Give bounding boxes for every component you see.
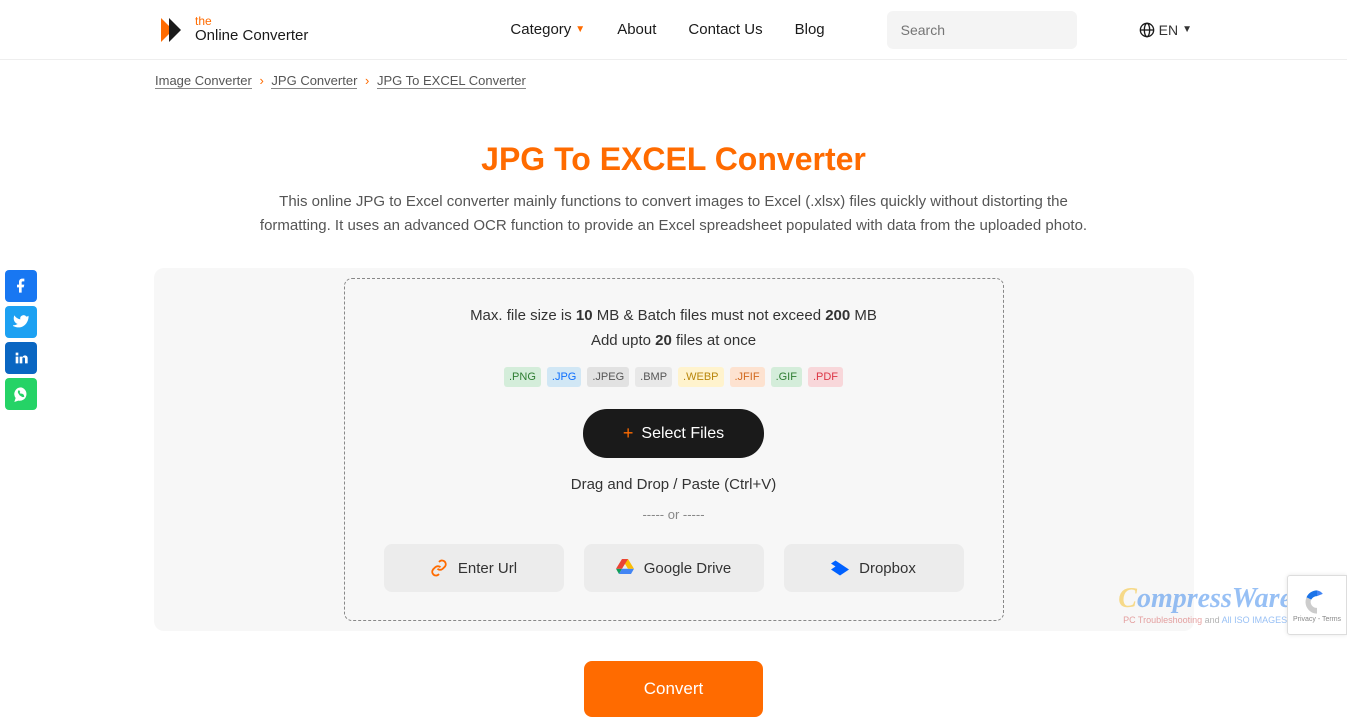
recaptcha-badge[interactable]: Privacy - Terms bbox=[1287, 575, 1347, 635]
chevron-right-icon: › bbox=[259, 73, 263, 88]
page-description: This online JPG to Excel converter mainl… bbox=[254, 190, 1094, 238]
whatsapp-icon bbox=[13, 386, 29, 402]
facebook-icon bbox=[13, 278, 29, 294]
enter-url-button[interactable]: Enter Url bbox=[384, 544, 564, 592]
nav-category[interactable]: Category▼ bbox=[510, 21, 585, 38]
nav: Category▼ About Contact Us Blog EN ▼ bbox=[510, 11, 1192, 49]
dropbox-button[interactable]: Dropbox bbox=[784, 544, 964, 592]
facebook-link[interactable] bbox=[5, 270, 37, 302]
watermark: CompressWare PC Troubleshooting and All … bbox=[1118, 583, 1292, 625]
link-icon bbox=[430, 559, 448, 577]
nav-about[interactable]: About bbox=[617, 21, 656, 38]
format-badge: .PNG bbox=[504, 367, 541, 387]
linkedin-link[interactable] bbox=[5, 342, 37, 374]
chevron-down-icon: ▼ bbox=[575, 24, 585, 35]
breadcrumb: Image Converter › JPG Converter › JPG To… bbox=[0, 60, 1347, 101]
breadcrumb-link[interactable]: Image Converter bbox=[155, 73, 252, 89]
drop-zone[interactable]: Max. file size is 10 MB & Batch files mu… bbox=[344, 278, 1004, 621]
language-selector[interactable]: EN ▼ bbox=[1139, 22, 1192, 38]
format-badge: .JPEG bbox=[587, 367, 629, 387]
nav-contact[interactable]: Contact Us bbox=[688, 21, 762, 38]
breadcrumb-current: JPG To EXCEL Converter bbox=[377, 73, 526, 89]
format-badge: .JPG bbox=[547, 367, 581, 387]
twitter-icon bbox=[13, 314, 29, 330]
google-drive-icon bbox=[616, 559, 634, 577]
globe-icon bbox=[1139, 22, 1155, 38]
dragdrop-hint: Drag and Drop / Paste (Ctrl+V) bbox=[365, 476, 983, 493]
logo-text: the Online Converter bbox=[195, 15, 308, 45]
or-divider: ----- or ----- bbox=[365, 507, 983, 522]
linkedin-icon bbox=[13, 350, 29, 366]
logo[interactable]: the Online Converter bbox=[155, 14, 308, 46]
plus-icon: + bbox=[623, 423, 634, 444]
search-input[interactable] bbox=[901, 22, 1082, 38]
breadcrumb-link[interactable]: JPG Converter bbox=[271, 73, 357, 89]
chevron-down-icon: ▼ bbox=[1182, 24, 1192, 35]
dropbox-icon bbox=[831, 559, 849, 577]
select-files-button[interactable]: + Select Files bbox=[583, 409, 764, 458]
header: the Online Converter Category▼ About Con… bbox=[0, 0, 1347, 60]
page-title: JPG To EXCEL Converter bbox=[154, 141, 1194, 178]
upload-card: Max. file size is 10 MB & Batch files mu… bbox=[154, 268, 1194, 631]
google-drive-button[interactable]: Google Drive bbox=[584, 544, 764, 592]
social-sidebar bbox=[5, 270, 37, 410]
main: JPG To EXCEL Converter This online JPG t… bbox=[154, 101, 1194, 717]
file-count-limit: Add upto 20 files at once bbox=[365, 332, 983, 349]
format-list: .PNG .JPG .JPEG .BMP .WEBP .JFIF .GIF .PDF bbox=[365, 367, 983, 387]
search-box[interactable] bbox=[887, 11, 1077, 49]
whatsapp-link[interactable] bbox=[5, 378, 37, 410]
format-badge: .BMP bbox=[635, 367, 672, 387]
format-badge: .PDF bbox=[808, 367, 843, 387]
recaptcha-icon bbox=[1303, 588, 1331, 616]
twitter-link[interactable] bbox=[5, 306, 37, 338]
format-badge: .GIF bbox=[771, 367, 802, 387]
format-badge: .WEBP bbox=[678, 367, 723, 387]
file-limits: Max. file size is 10 MB & Batch files mu… bbox=[365, 307, 983, 324]
nav-blog[interactable]: Blog bbox=[795, 21, 825, 38]
format-badge: .JFIF bbox=[730, 367, 765, 387]
chevron-right-icon: › bbox=[365, 73, 369, 88]
logo-icon bbox=[155, 14, 187, 46]
source-buttons: Enter Url Google Drive Dropbox bbox=[365, 544, 983, 592]
convert-button[interactable]: Convert bbox=[584, 661, 764, 717]
